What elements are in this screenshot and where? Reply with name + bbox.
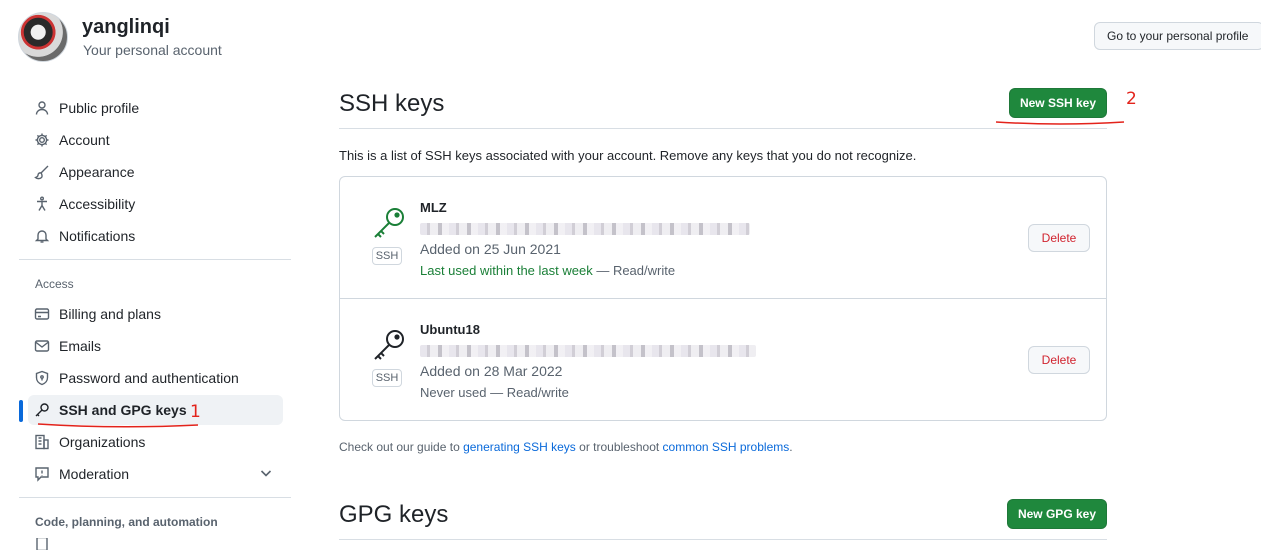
sidebar-item-moderation[interactable]: Moderation [28, 459, 283, 489]
ssh-keys-title: SSH keys [339, 90, 445, 117]
credit-card-icon [34, 306, 50, 322]
ssh-badge: SSH [372, 247, 402, 265]
sidebar-item-public-profile[interactable]: Public profile [28, 93, 283, 123]
ssh-key-list: SSH MLZ Added on 25 Jun 2021 Last used w… [339, 176, 1107, 421]
delete-key-button[interactable]: Delete [1028, 346, 1090, 374]
sidebar-item-label: SSH and GPG keys [59, 402, 187, 418]
annotation-number-2: 2 [1126, 89, 1137, 109]
delete-key-button[interactable]: Delete [1028, 224, 1090, 252]
sidebar-item-account[interactable]: Account [28, 125, 283, 155]
sidebar-item-label: Appearance [59, 164, 135, 180]
gear-icon [34, 132, 50, 148]
sidebar-item-label: Accessibility [59, 196, 136, 212]
key-icon [374, 330, 404, 360]
account-type: Your personal account [83, 42, 222, 58]
key-added-date: Added on 25 Jun 2021 [420, 241, 561, 257]
sidebar-item-notifications[interactable]: Notifications [28, 221, 283, 251]
ssh-intro-text: This is a list of SSH keys associated wi… [339, 148, 917, 163]
guide-text: Check out our guide to [339, 440, 464, 454]
key-icon [34, 402, 50, 418]
paintbrush-icon [34, 164, 50, 180]
active-indicator [19, 400, 23, 422]
bell-icon [34, 228, 50, 244]
key-access: — Read/write [486, 385, 569, 400]
organization-icon [34, 434, 50, 450]
go-to-profile-button[interactable]: Go to your personal profile [1094, 22, 1261, 50]
username[interactable]: yanglinqi [82, 16, 170, 39]
guide-text: . [789, 440, 793, 454]
sidebar-item-label: Password and authentication [59, 370, 239, 386]
common-ssh-problems-link[interactable]: common SSH problems [663, 440, 790, 454]
key-added-date: Added on 28 Mar 2022 [420, 363, 563, 379]
sidebar-item-appearance[interactable]: Appearance [28, 157, 283, 187]
section-divider [339, 128, 1107, 129]
sidebar-item-label: Moderation [59, 466, 130, 482]
key-last-used: Last used within the last week — Read/wr… [420, 263, 675, 278]
sidebar-item-billing[interactable]: Billing and plans [28, 299, 283, 329]
report-icon [34, 466, 50, 482]
generating-ssh-keys-link[interactable]: generating SSH keys [463, 440, 576, 454]
sidebar-item-label: Organizations [59, 434, 146, 450]
sidebar-heading-access: Access [35, 277, 74, 291]
key-row-divider [340, 298, 1106, 299]
key-title: Ubuntu18 [420, 322, 480, 337]
sidebar-item-emails[interactable]: Emails [28, 331, 283, 361]
annotation-underline-2 [995, 121, 1125, 125]
new-ssh-key-button[interactable]: New SSH key [1009, 88, 1107, 118]
person-icon [34, 100, 50, 116]
key-title: MLZ [420, 200, 447, 215]
new-gpg-key-button[interactable]: New GPG key [1007, 499, 1107, 529]
sidebar-item-organizations[interactable]: Organizations [28, 427, 283, 457]
sidebar-item-repositories[interactable] [28, 538, 283, 550]
avatar[interactable] [18, 12, 68, 62]
sidebar-item-label: Public profile [59, 100, 140, 116]
repo-icon [34, 538, 50, 550]
key-fingerprint-redacted [420, 223, 750, 235]
sidebar-item-label: Account [59, 132, 110, 148]
key-last-used-status: Never used [420, 385, 487, 400]
sidebar-divider [19, 497, 291, 498]
ssh-guide-text: Check out our guide to generating SSH ke… [339, 440, 793, 454]
sidebar-divider [19, 259, 291, 260]
key-access: — Read/write [592, 263, 676, 278]
gpg-keys-title: GPG keys [339, 501, 449, 528]
key-fingerprint-redacted [420, 345, 756, 357]
sidebar-item-label: Billing and plans [59, 306, 161, 322]
sidebar-item-password-authentication[interactable]: Password and authentication [28, 363, 283, 393]
annotation-number-1: 1 [190, 402, 201, 422]
accessibility-icon [34, 196, 50, 212]
shield-lock-icon [34, 370, 50, 386]
key-icon [374, 208, 404, 238]
section-divider [339, 539, 1107, 540]
chevron-down-icon[interactable] [258, 465, 274, 481]
sidebar-item-label: Emails [59, 338, 102, 354]
mail-icon [34, 338, 50, 354]
annotation-underline-1 [37, 423, 199, 428]
guide-text: or troubleshoot [575, 440, 663, 454]
ssh-badge: SSH [372, 369, 402, 387]
sidebar-heading-code: Code, planning, and automation [35, 515, 218, 529]
key-last-used-status: Last used within the last week [420, 263, 593, 278]
key-last-used: Never used — Read/write [420, 385, 569, 400]
sidebar-item-label: Notifications [59, 228, 136, 244]
sidebar-item-accessibility[interactable]: Accessibility [28, 189, 283, 219]
